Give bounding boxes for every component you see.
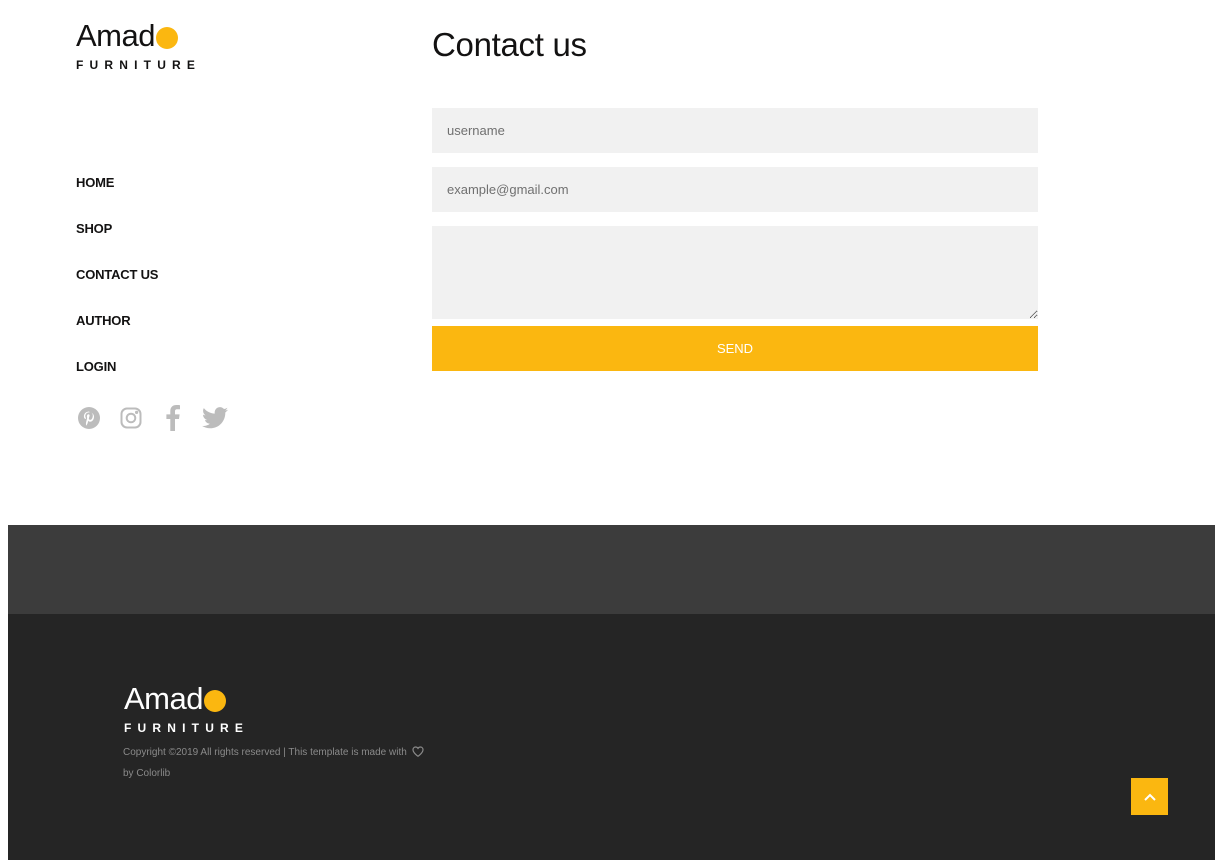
copyright-part-2[interactable]: by Colorlib <box>123 768 170 779</box>
facebook-icon[interactable] <box>160 404 186 432</box>
copyright-text: Copyright ©2019 All rights reserved | Th… <box>123 743 433 783</box>
nav-link-author[interactable]: AUTHOR <box>76 313 131 328</box>
instagram-icon[interactable] <box>118 404 144 432</box>
nav-link-home[interactable]: HOME <box>76 175 114 190</box>
copyright-part-1: Copyright ©2019 All rights reserved | Th… <box>123 747 407 758</box>
pinterest-icon[interactable] <box>76 404 102 432</box>
nav-item-author: AUTHOR <box>76 312 158 358</box>
social-links <box>76 404 228 432</box>
footer-logo[interactable]: Amad FURNITURE <box>124 683 250 736</box>
nav-item-home: HOME <box>76 174 158 220</box>
chevron-up-icon <box>1143 789 1156 804</box>
footer-logo-wordmark: Amad <box>124 683 249 715</box>
page-title: Contact us <box>432 26 587 63</box>
nav-item-shop: SHOP <box>76 220 158 266</box>
nav-link-contact[interactable]: CONTACT US <box>76 267 158 282</box>
logo-wordmark: Amad <box>76 20 201 52</box>
send-button[interactable]: SEND <box>432 326 1038 371</box>
nav-link-login[interactable]: LOGIN <box>76 359 116 374</box>
footer-main <box>8 614 1215 860</box>
back-to-top-button[interactable] <box>1131 778 1168 815</box>
main-nav: HOME SHOP CONTACT US AUTHOR LOGIN <box>76 174 158 404</box>
twitter-icon[interactable] <box>202 404 228 432</box>
message-textarea[interactable] <box>432 226 1038 319</box>
logo-subtitle: FURNITURE <box>76 58 202 72</box>
footer-logo-text: Amad <box>124 681 203 716</box>
nav-link-shop[interactable]: SHOP <box>76 221 112 236</box>
logo-text: Amad <box>76 18 155 53</box>
heart-icon <box>411 745 424 764</box>
footer-top-band <box>8 525 1215 614</box>
email-input[interactable] <box>432 167 1038 212</box>
logo[interactable]: Amad FURNITURE <box>76 20 202 73</box>
footer-logo-dot <box>203 689 226 712</box>
footer-logo-subtitle: FURNITURE <box>124 721 250 735</box>
nav-item-login: LOGIN <box>76 358 158 404</box>
logo-dot <box>155 26 178 49</box>
nav-item-contact: CONTACT US <box>76 266 158 312</box>
username-input[interactable] <box>432 108 1038 153</box>
